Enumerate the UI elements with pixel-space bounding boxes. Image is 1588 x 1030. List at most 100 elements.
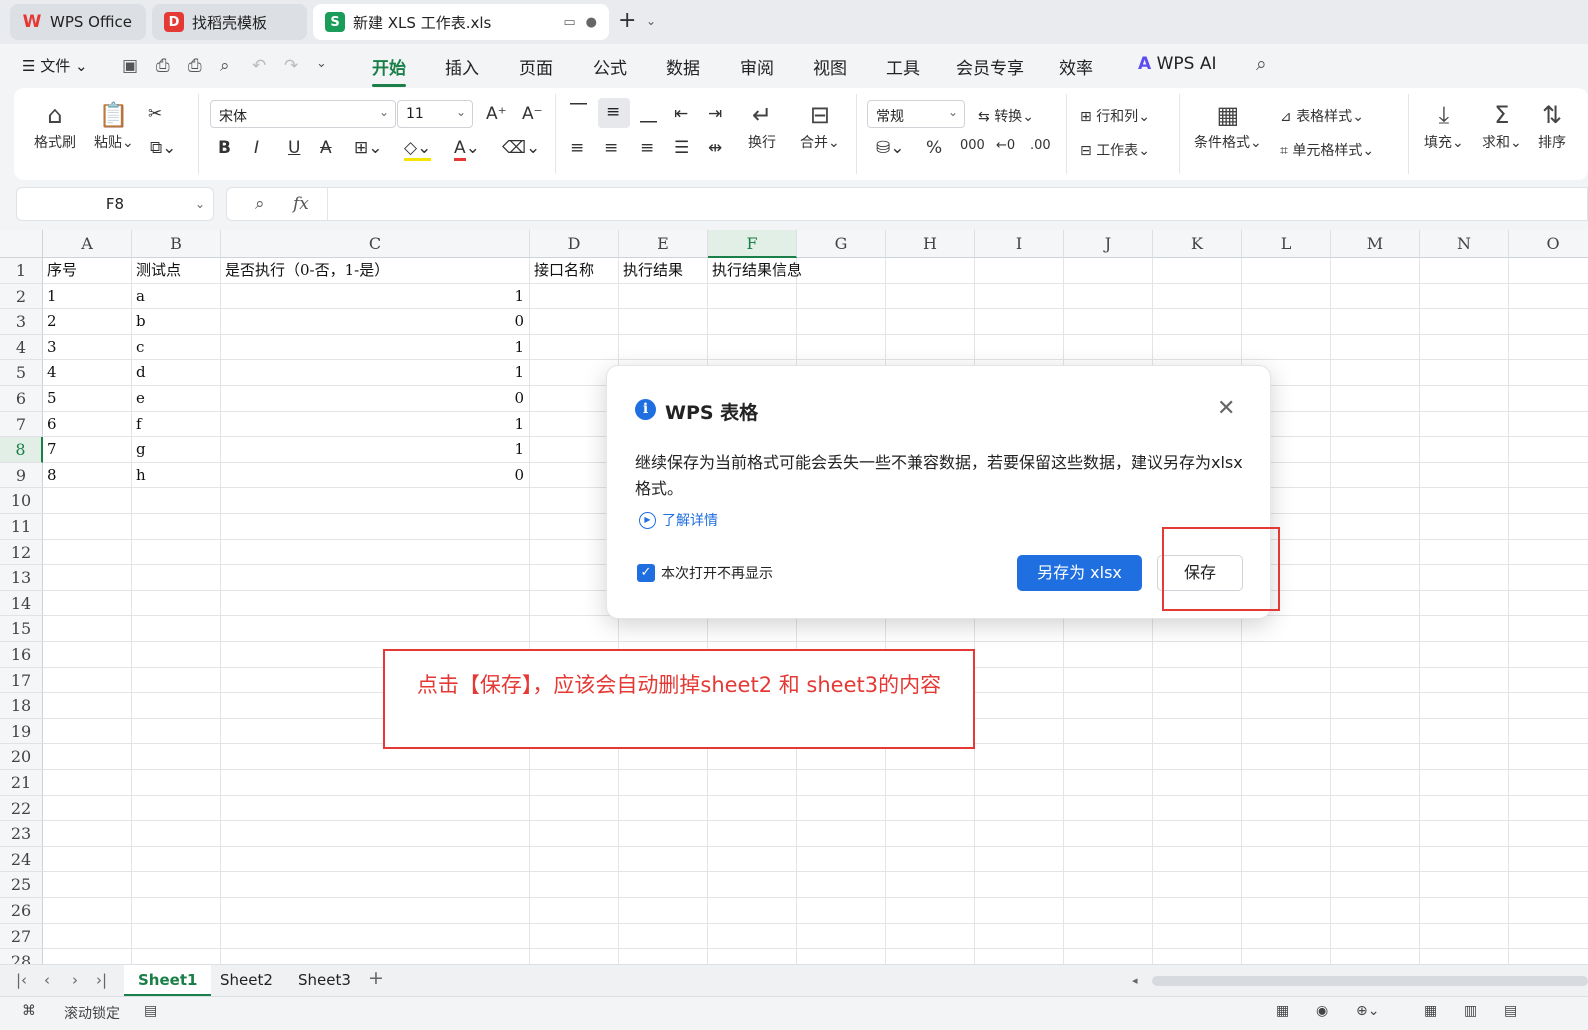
cell-C5[interactable]: 1 [221,360,530,386]
cell-B5[interactable]: d [132,360,146,386]
convert-button[interactable]: ⇆ 转换⌄ [978,106,1034,126]
sheet-tab-2[interactable]: Sheet2 [206,965,287,996]
document-icon[interactable]: ▤ [144,1003,157,1019]
column-header-A[interactable]: A [43,230,132,258]
cell-B4[interactable]: c [132,335,144,361]
cell-B6[interactable]: e [132,386,145,412]
cell-B3[interactable]: b [132,309,146,335]
row-header-26[interactable]: 26 [0,898,43,924]
scroll-left-icon[interactable]: ◂ [1132,974,1138,987]
cell-C6[interactable]: 0 [221,386,530,412]
underline-icon[interactable]: U [288,138,300,158]
align-left-icon[interactable]: ≡ [570,138,584,158]
tab-templates[interactable]: D 找稻壳模板 [152,4,307,40]
bold-icon[interactable]: B [218,138,231,158]
row-header-27[interactable]: 27 [0,923,43,950]
redo-icon[interactable]: ↷ [284,56,298,76]
menu-member[interactable]: 会员专享 [956,54,1024,79]
row-header-16[interactable]: 16 [0,642,43,668]
row-header-23[interactable]: 23 [0,821,43,847]
fill-button[interactable]: ⤓ 填充⌄ [1424,98,1464,152]
dont-show-checkbox[interactable]: ✓ 本次打开不再显示 [637,563,773,583]
menu-formula[interactable]: 公式 [593,54,627,79]
eye-icon[interactable]: ◉ [1316,1003,1328,1019]
column-header-J[interactable]: J [1064,230,1153,258]
page-layout-icon[interactable]: ▥ [1464,1003,1477,1019]
row-header-1[interactable]: 1 [0,258,43,284]
cell-A1[interactable]: 序号 [43,258,77,284]
row-header-22[interactable]: 22 [0,795,43,822]
cell-A9[interactable]: 8 [43,463,57,489]
column-header-K[interactable]: K [1153,230,1242,258]
cell-C8[interactable]: 1 [221,437,530,463]
row-header-8[interactable]: 8 [0,437,43,463]
row-header-5[interactable]: 5 [0,360,43,386]
new-tab-icon[interactable]: + [618,8,636,33]
cell-C4[interactable]: 1 [221,335,530,361]
save-as-xlsx-button[interactable]: 另存为 xlsx [1017,555,1142,591]
cell-C9[interactable]: 0 [221,463,530,489]
column-header-G[interactable]: G [797,230,886,258]
column-header-M[interactable]: M [1331,230,1420,258]
menu-review[interactable]: 审阅 [740,54,774,79]
select-all-corner[interactable] [0,230,43,258]
align-bottom-icon[interactable]: ⎽ [640,104,657,124]
center-view-icon[interactable]: ⊕⌄ [1356,1003,1379,1019]
save-icon[interactable]: ▣ [122,56,138,76]
cell-style-button[interactable]: ⌗ 单元格样式⌄ [1280,140,1374,160]
row-header-28[interactable]: 28 [0,949,43,964]
row-header-21[interactable]: 21 [0,770,43,796]
tab-wps-office[interactable]: W WPS Office [10,4,146,40]
cell-A5[interactable]: 4 [43,360,57,386]
row-header-6[interactable]: 6 [0,386,43,412]
column-header-L[interactable]: L [1242,230,1331,258]
column-header-B[interactable]: B [132,230,221,258]
column-header-H[interactable]: H [886,230,975,258]
table-style-button[interactable]: ⊿ 表格样式⌄ [1280,106,1364,126]
worksheet-button[interactable]: ⊟ 工作表⌄ [1080,140,1150,160]
row-header-9[interactable]: 9 [0,462,43,489]
format-painter-button[interactable]: ⌂ 格式刷 [34,98,76,152]
font-color-icon[interactable]: A⌄ [454,138,480,161]
export-icon[interactable]: ⎙ [156,56,170,76]
row-header-13[interactable]: 13 [0,565,43,591]
font-decrease-icon[interactable]: A⁻ [522,104,543,124]
font-name-select[interactable]: 宋体 ⌄ [210,100,396,128]
row-header-2[interactable]: 2 [0,283,43,310]
justify-icon[interactable]: ☰ [674,138,689,158]
macro-icon[interactable]: ⌘ [22,1003,36,1019]
column-header-O[interactable]: O [1509,230,1588,258]
row-header-7[interactable]: 7 [0,411,43,438]
copy-icon[interactable]: ⧉⌄ [150,138,176,158]
font-increase-icon[interactable]: A⁺ [486,104,507,124]
sum-button[interactable]: Σ 求和⌄ [1482,98,1522,152]
cell-B7[interactable]: f [132,412,142,438]
sheet-tab-3[interactable]: Sheet3 [284,965,365,996]
scissors-icon[interactable]: ✂ [148,104,162,124]
cell-A7[interactable]: 6 [43,412,57,438]
horizontal-scrollbar[interactable] [1152,976,1588,986]
currency-icon[interactable]: ⛁⌄ [876,138,905,158]
row-header-15[interactable]: 15 [0,616,43,642]
sheet-tab-1[interactable]: Sheet1 [124,965,212,996]
table-view-icon[interactable]: ▦ [1276,1003,1289,1019]
align-center-icon[interactable]: ≡ [604,138,618,158]
tab-spreadsheet[interactable]: S 新建 XLS 工作表.xls ▭ ● [313,4,609,40]
add-sheet-icon[interactable]: + [368,967,384,989]
row-col-button[interactable]: ⊞ 行和列⌄ [1080,106,1150,126]
learn-more-link[interactable]: ▶ 了解详情 [639,510,718,530]
menu-insert[interactable]: 插入 [445,54,479,79]
merge-button[interactable]: ⊟ 合并⌄ [800,98,840,152]
first-sheet-icon[interactable]: |‹ [16,971,27,989]
thousands-icon[interactable]: 000 [960,138,985,153]
conditional-format-button[interactable]: ▦ 条件格式⌄ [1194,98,1262,152]
decimal-increase-icon[interactable]: ←0 [996,138,1015,153]
menu-tools[interactable]: 工具 [886,54,920,79]
indent-increase-icon[interactable]: ⇥ [708,104,722,124]
row-header-3[interactable]: 3 [0,309,43,335]
strikethrough-icon[interactable]: A [320,138,332,158]
name-box[interactable]: F8 ⌄ [16,187,214,221]
cell-A3[interactable]: 2 [43,309,57,335]
cell-A8[interactable]: 7 [43,437,57,463]
eraser-icon[interactable]: ⌫⌄ [502,138,540,158]
